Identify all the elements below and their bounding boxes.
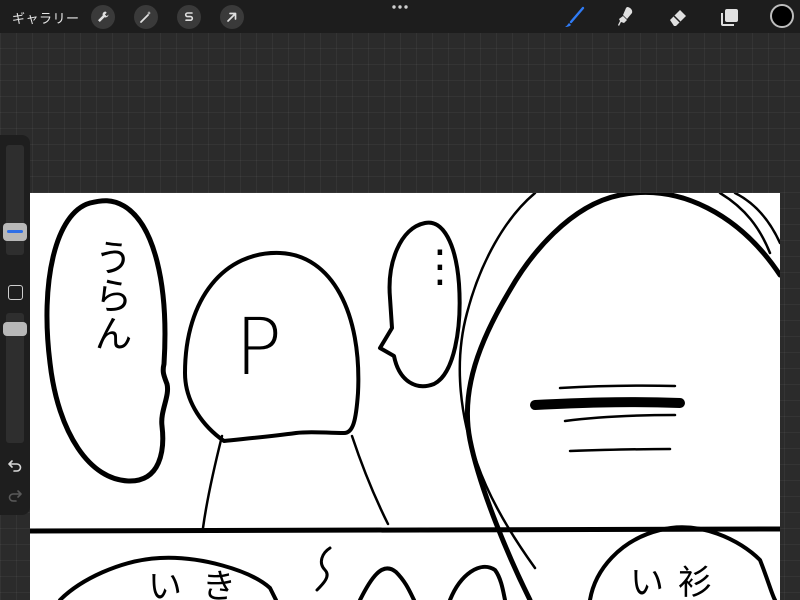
eye-line-thin (558, 384, 677, 453)
drawing-canvas[interactable]: うらん P ⋮ いき い衫 (30, 193, 780, 600)
layers-button[interactable] (717, 4, 743, 30)
bubble-dots-text: ⋮ (418, 241, 462, 292)
head-letter-text: P (235, 303, 283, 393)
redo-icon[interactable] (7, 487, 23, 503)
brush-icon (565, 6, 585, 27)
color-picker-button[interactable] (770, 4, 794, 28)
opacity-thumb[interactable] (3, 322, 27, 336)
bottom-shape-mid (358, 564, 507, 600)
smudge-button[interactable] (613, 4, 639, 30)
eye-lines (530, 397, 685, 410)
modify-button[interactable] (8, 285, 23, 300)
selection-s-icon (184, 12, 194, 21)
eraser-button[interactable] (665, 4, 691, 30)
squiggle (315, 546, 332, 592)
wrench-icon (98, 11, 109, 22)
transform-button[interactable] (220, 5, 244, 29)
bottom-left-text: いき (148, 567, 256, 600)
bottom-right-text: い衫 (630, 563, 726, 600)
smudge-icon (618, 7, 633, 26)
actions-button[interactable] (91, 5, 115, 29)
magic-wand-icon (140, 11, 151, 23)
arrow-cursor-icon (227, 12, 237, 22)
adjustments-button[interactable] (134, 5, 158, 29)
gallery-button[interactable]: ギャラリー (12, 8, 80, 27)
character-neck-right (350, 434, 390, 526)
character-neck-left (201, 434, 224, 530)
undo-icon[interactable] (7, 457, 23, 473)
layers-icon (721, 9, 738, 26)
brush-button[interactable] (561, 4, 587, 30)
eraser-icon (670, 10, 686, 26)
sketch-artwork (30, 193, 780, 600)
ellipsis-icon[interactable] (390, 1, 410, 13)
left-sidebar (0, 135, 30, 515)
selection-button[interactable] (177, 5, 201, 29)
brush-size-thumb[interactable] (3, 223, 27, 241)
bubble-left-text: うらん (88, 238, 132, 352)
top-toolbar: ギャラリー (0, 0, 800, 33)
